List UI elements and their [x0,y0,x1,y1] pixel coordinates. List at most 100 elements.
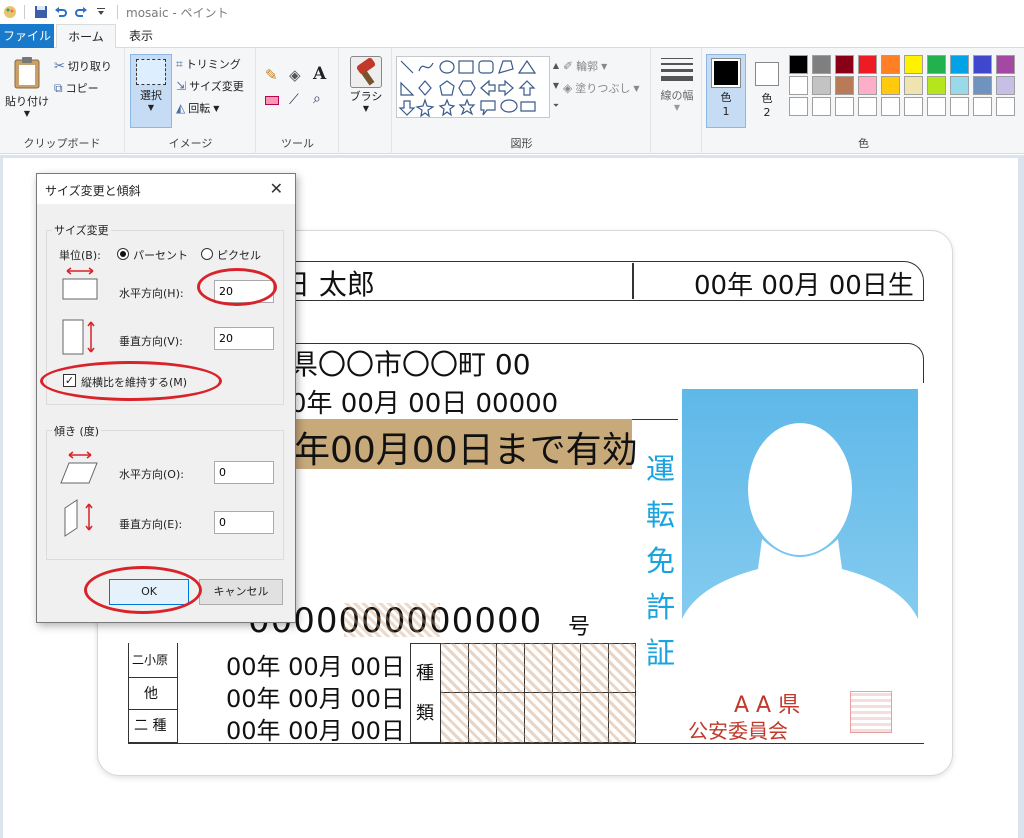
keep-ratio-checkbox[interactable]: ✓ [63,374,76,387]
shapes-scroll[interactable]: ▲ ▼ ⏷ [550,56,562,118]
kind-1: 種 [416,663,434,684]
color-picker-icon[interactable]: ⟋ [289,92,299,108]
paint-app-icon[interactable] [2,4,18,20]
chevron-down-icon: ▼ [633,83,640,93]
color-swatch[interactable] [927,76,946,95]
color-swatch[interactable] [904,76,923,95]
official-seal-icon [850,691,892,733]
vertical-skew-icon [64,499,93,537]
colors-group-label: 色 [858,137,869,150]
color-swatch[interactable] [996,76,1015,95]
text-icon[interactable]: A [313,64,326,84]
tab-file[interactable]: ファイル [0,24,54,48]
percent-radio[interactable] [117,248,129,260]
chevron-down-icon: ▼ [213,103,220,113]
clipboard-group-label: クリップボード [23,137,101,150]
color-swatch[interactable] [927,55,946,74]
resize-skew-dialog: サイズ変更と傾斜 ✕ サイズ変更 単位(B): パーセント ピクセル 水平方向(… [36,173,296,623]
color-swatch[interactable] [881,76,900,95]
pencil-icon[interactable]: ✎ [265,66,278,84]
color2-button[interactable]: 色 2 [749,54,785,128]
class-row-line [128,709,178,710]
color-swatch[interactable] [858,97,877,116]
class-2: 他 [144,686,158,702]
color-swatch[interactable] [789,55,808,74]
shapes-gallery[interactable] [396,56,550,118]
kind-grid [440,643,636,743]
title-bar: mosaic - ペイント [0,0,1024,24]
color-swatch[interactable] [835,76,854,95]
authority-2: 公安委員会 [688,719,788,743]
color-swatch[interactable] [789,76,808,95]
vertical-label: 垂直方向(V): [119,335,183,348]
customize-quick-access-icon[interactable] [91,2,111,22]
color-palette [789,55,1024,116]
color1-button[interactable]: 色 1 [706,54,746,128]
brush-button[interactable]: ブラシ ▼ [344,54,388,128]
undo-icon[interactable] [51,2,71,22]
card-title-vertical: 運転免許証 [646,452,676,670]
resize-button[interactable]: ⇲ サイズ変更 [176,76,244,96]
vertical-resize-icon [62,319,95,355]
color-swatch[interactable] [950,55,969,74]
shapes-group: ▲ ▼ ⏷ ✐ 輪郭 ▼ ◈ 塗りつぶし ▼ 図形 [393,48,651,154]
color-swatch[interactable] [927,97,946,116]
eraser-icon[interactable] [265,96,279,105]
skew-v-label: 垂直方向(E): [119,518,183,531]
color-swatch[interactable] [996,97,1015,116]
color-swatch[interactable] [835,55,854,74]
tab-view[interactable]: 表示 [118,24,164,48]
horizontal-input[interactable] [214,280,274,303]
vertical-input[interactable] [214,327,274,350]
crop-button[interactable]: ⌗ トリミング [176,54,241,74]
paste-button[interactable]: 貼り付け ▼ [4,54,50,124]
color-swatch[interactable] [950,76,969,95]
color-swatch[interactable] [950,97,969,116]
color-swatch[interactable] [904,55,923,74]
color2-label: 色 [761,92,773,105]
outline-icon: ✐ [563,59,574,73]
color-swatch[interactable] [835,97,854,116]
color-swatch[interactable] [996,55,1015,74]
brush-label: ブラシ [349,90,383,103]
rotate-button[interactable]: ◭ 回転 ▼ [176,98,219,118]
image-group-label: イメージ [168,137,213,150]
size-button[interactable]: 線の幅 ▼ [656,54,698,128]
color-swatch[interactable] [973,55,992,74]
brush-group: ブラシ ▼ [340,48,392,154]
ok-button[interactable]: OK [109,579,189,605]
color-swatch[interactable] [812,76,831,95]
color-swatch[interactable] [881,97,900,116]
select-button[interactable]: 選択 ▼ [130,54,172,128]
color-swatch[interactable] [973,76,992,95]
clipboard-group: 貼り付け ▼ ✂ 切り取り ⧉ コピー クリップボード [0,48,125,154]
save-icon[interactable] [31,2,51,22]
color-swatch[interactable] [789,97,808,116]
color-swatch[interactable] [812,55,831,74]
color-swatch[interactable] [858,76,877,95]
pixel-radio[interactable] [201,248,213,260]
cancel-button[interactable]: キャンセル [199,579,283,605]
close-icon[interactable]: ✕ [270,179,283,198]
resize-icon: ⇲ [176,79,187,93]
color-swatch[interactable] [973,97,992,116]
color-swatch[interactable] [904,97,923,116]
skew-h-input[interactable] [214,461,274,484]
color-swatch[interactable] [858,55,877,74]
redo-icon[interactable] [71,2,91,22]
magnifier-icon[interactable]: ⌕ [313,91,321,107]
color-swatch[interactable] [812,97,831,116]
copy-button[interactable]: ⧉ コピー [54,78,99,98]
class-date-1: 00年 00月 00日 [226,653,405,681]
fill-button[interactable]: ◈ 塗りつぶし ▼ [563,78,640,98]
card-bottom-line [128,743,924,744]
tab-home[interactable]: ホーム [56,24,116,49]
fill-bucket-icon[interactable]: ◈ [289,66,301,84]
kind-2: 類 [416,703,434,724]
skew-v-input[interactable] [214,511,274,534]
cut-button[interactable]: ✂ 切り取り [54,56,112,76]
outline-button[interactable]: ✐ 輪郭 ▼ [563,56,607,76]
color-swatch[interactable] [881,55,900,74]
shapes-group-label: 図形 [510,137,533,150]
fill-icon: ◈ [563,81,573,95]
